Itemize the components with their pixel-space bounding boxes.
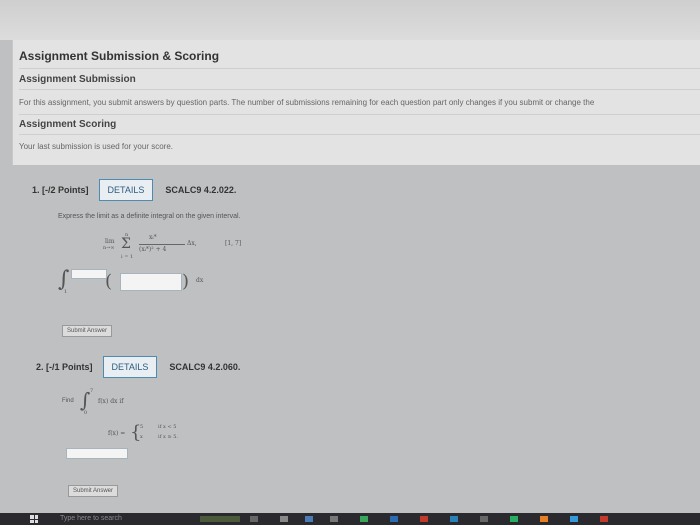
question-number: 2. xyxy=(36,362,44,372)
question-2-header: 2. [-/1 Points] DETAILS SCALC9 4.2.060. xyxy=(36,356,240,378)
fraction-denominator: (xᵢ*)² + 4 xyxy=(139,246,167,253)
open-paren-icon: ( xyxy=(105,271,113,292)
submission-text: For this assignment, you submit answers … xyxy=(19,98,595,107)
case-1-value: 5 xyxy=(140,424,144,430)
question-2: 2. [-/1 Points] DETAILS SCALC9 4.2.060. … xyxy=(20,352,700,502)
details-button[interactable]: DETAILS xyxy=(102,356,158,378)
fx-label: f(x) = xyxy=(108,430,126,437)
divider xyxy=(19,114,700,115)
question-number: 1. xyxy=(32,185,40,195)
taskbar-app-icon[interactable] xyxy=(330,516,338,522)
limit-expression: lim n→∞ n Σ i = 1 xᵢ* (xᵢ*)² + 4 Δx, [1,… xyxy=(103,230,245,270)
question-prompt: Express the limit as a definite integral… xyxy=(58,213,241,220)
taskbar-app-icon[interactable] xyxy=(305,516,313,522)
taskbar-app-icon[interactable] xyxy=(420,516,428,522)
sum-lower: i = 1 xyxy=(121,254,134,260)
submit-answer-button[interactable]: Submit Answer xyxy=(62,325,113,337)
question-1: 1. [-/2 Points] DETAILS SCALC9 4.2.022. … xyxy=(20,175,700,345)
integral-sign-icon: ∫ xyxy=(80,388,91,412)
integral-answer-area: ∫ 1 ( ) dx xyxy=(58,265,228,297)
question-code: SCALC9 4.2.060. xyxy=(169,362,241,372)
find-integral-expression: Find ∫ 7 0 f(x) dx if xyxy=(62,388,222,418)
taskbar-search-input[interactable]: Type here to search xyxy=(60,515,122,522)
divider xyxy=(19,68,700,69)
taskbar-app-icon[interactable] xyxy=(450,516,458,522)
case-2-value: x xyxy=(140,434,143,440)
lim-label: lim xyxy=(105,238,115,245)
taskbar-app-icon[interactable] xyxy=(480,516,488,522)
taskbar-app-icon[interactable] xyxy=(200,516,240,522)
question-points: [-/2 Points] xyxy=(42,185,89,195)
taskbar-app-icon[interactable] xyxy=(360,516,368,522)
sigma-icon: Σ xyxy=(121,236,131,252)
details-button[interactable]: DETAILS xyxy=(98,179,154,201)
upper-limit-input[interactable] xyxy=(71,269,107,279)
integral-lower-limit: 0 xyxy=(84,410,88,416)
taskbar-app-icon[interactable] xyxy=(570,516,578,522)
integral-upper-limit: 7 xyxy=(90,388,94,394)
delta-x: Δx, xyxy=(187,240,197,247)
submit-answer-button[interactable]: Submit Answer xyxy=(68,485,119,497)
integrand-text: f(x) dx if xyxy=(98,398,124,405)
piecewise-function: f(x) = { 5 if x < 5 x if x ≥ 5. xyxy=(108,420,218,448)
dx-label: dx xyxy=(196,277,204,284)
case-2-condition: if x ≥ 5. xyxy=(158,434,178,440)
submission-heading: Assignment Submission xyxy=(19,74,136,85)
browser-top-area xyxy=(0,0,700,40)
question-points: [-/1 Points] xyxy=(46,362,93,372)
integral-lower-limit: 1 xyxy=(64,289,68,295)
fraction-numerator: xᵢ* xyxy=(149,234,157,241)
taskbar-app-icon[interactable] xyxy=(510,516,518,522)
integrand-input[interactable] xyxy=(120,273,182,291)
interval: [1, 7] xyxy=(225,240,242,247)
windows-taskbar: Type here to search xyxy=(0,513,700,525)
panel-title: Assignment Submission & Scoring xyxy=(19,49,220,63)
taskbar-app-icon[interactable] xyxy=(600,516,608,522)
divider xyxy=(19,134,700,135)
taskbar-app-icon[interactable] xyxy=(280,516,288,522)
taskbar-app-icon[interactable] xyxy=(540,516,548,522)
assignment-info-panel: Assignment Submission & Scoring Assignme… xyxy=(12,40,700,165)
divider xyxy=(19,89,700,90)
lim-subscript: n→∞ xyxy=(103,245,115,251)
answer-input[interactable] xyxy=(66,448,128,459)
question-code: SCALC9 4.2.022. xyxy=(165,185,237,195)
windows-start-icon[interactable] xyxy=(30,515,38,523)
find-label: Find xyxy=(62,398,74,404)
close-paren-icon: ) xyxy=(182,271,190,292)
scoring-heading: Assignment Scoring xyxy=(19,119,117,130)
taskbar-app-icon[interactable] xyxy=(390,516,398,522)
scoring-text: Your last submission is used for your sc… xyxy=(19,142,173,151)
taskbar-app-icon[interactable] xyxy=(250,516,258,522)
question-1-header: 1. [-/2 Points] DETAILS SCALC9 4.2.022. xyxy=(32,179,236,201)
fraction-bar xyxy=(139,244,185,245)
case-1-condition: if x < 5 xyxy=(158,424,177,430)
